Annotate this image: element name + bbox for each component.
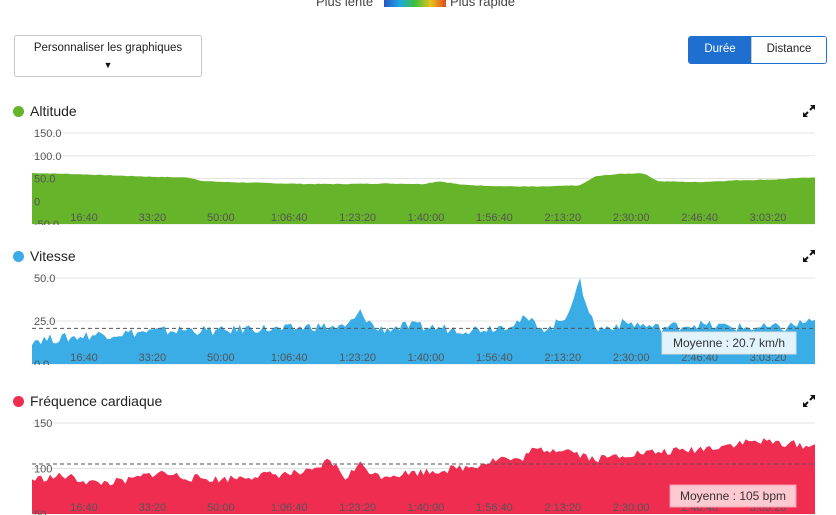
y-tick-label: 50: [34, 509, 46, 515]
x-tick-label: 2:30:00: [613, 212, 650, 224]
x-tick-label: 1:40:00: [408, 502, 445, 514]
heart-rate-dot: [13, 396, 24, 407]
expand-icon[interactable]: [802, 394, 816, 408]
x-tick-label: 2:13:20: [544, 502, 581, 514]
x-tick-label: 1:06:40: [271, 212, 308, 224]
x-tick-label: 1:56:40: [476, 212, 513, 224]
caret-down-icon: ▼: [103, 60, 113, 70]
average-tooltip: Moyenne : 105 bpm: [669, 484, 797, 508]
x-tick-label: 50:00: [207, 212, 235, 224]
x-tick-label: 1:40:00: [408, 212, 445, 224]
toggle-duration[interactable]: Durée: [689, 37, 751, 63]
average-label: Moyenne : 20.7 km/h: [673, 336, 785, 350]
y-tick-label: 0.0: [34, 359, 49, 365]
x-tick-label: 16:40: [70, 352, 98, 364]
y-tick-label: 100: [34, 464, 52, 476]
x-tick-label: 2:13:20: [544, 212, 581, 224]
axis-mode-toggle[interactable]: Durée Distance: [688, 36, 827, 64]
x-tick-label: 50:00: [207, 352, 235, 364]
x-tick-label: 1:56:40: [476, 502, 513, 514]
x-tick-label: 1:06:40: [271, 352, 308, 364]
y-tick-label: 0: [34, 196, 40, 208]
x-tick-label: 2:46:40: [681, 212, 718, 224]
speed-title: Vitesse: [30, 248, 76, 264]
x-tick-label: 1:23:20: [339, 212, 376, 224]
y-tick-label: 25.0: [34, 316, 55, 328]
x-tick-label: 16:40: [70, 212, 98, 224]
altitude-chart: 150.0 100.0 50.0 0 -50.0 16:40 33:20 50:00 1:06:…: [32, 128, 815, 225]
x-tick-label: 1:23:20: [339, 502, 376, 514]
y-tick-label: 50.0: [34, 174, 55, 186]
x-tick-label: 2:30:00: [613, 352, 650, 364]
speed-chart: 50.0 25.0 0.0 16:40 33:20 50:00 1:06:40 1:23:20…: [32, 273, 815, 365]
x-tick-label: 33:20: [139, 212, 167, 224]
x-tick-label: 33:20: [139, 502, 167, 514]
y-tick-label: 150.0: [34, 128, 62, 140]
expand-icon[interactable]: [802, 249, 816, 263]
x-tick-label: 1:06:40: [271, 502, 308, 514]
x-tick-label: 3:03:20: [750, 212, 787, 224]
altitude-title: Altitude: [30, 103, 77, 119]
heart-rate-title: Fréquence cardiaque: [30, 393, 163, 409]
legend-slow-label: Plus lente: [316, 0, 374, 9]
expand-icon[interactable]: [802, 104, 816, 118]
x-tick-label: 2:30:00: [613, 502, 650, 514]
average-label: Moyenne : 105 bpm: [680, 489, 786, 503]
x-tick-label: 2:13:20: [544, 352, 581, 364]
heart-rate-chart: 150 100 50 16:40 33:20 50:00 1:06:40 1:23:20 1:4…: [32, 418, 815, 515]
x-tick-label: 1:56:40: [476, 352, 513, 364]
customize-charts-button[interactable]: Personnaliser les graphiques ▼: [14, 35, 202, 77]
y-tick-label: 100.0: [34, 151, 62, 163]
x-tick-label: 33:20: [139, 352, 167, 364]
y-tick-label: 50.0: [34, 273, 55, 285]
x-tick-label: 1:23:20: [339, 352, 376, 364]
x-tick-label: 50:00: [207, 502, 235, 514]
speed-color-legend: Plus lente Plus rapide: [0, 0, 836, 10]
average-tooltip: Moyenne : 20.7 km/h: [661, 331, 797, 355]
legend-fast-label: Plus rapide: [450, 0, 516, 9]
y-tick-label: 150: [34, 418, 52, 430]
altitude-dot: [13, 106, 24, 117]
customize-charts-label: Personnaliser les graphiques: [33, 42, 183, 54]
x-tick-label: 16:40: [70, 502, 98, 514]
x-tick-label: 1:40:00: [408, 352, 445, 364]
speed-gradient-bar: [384, 0, 446, 7]
y-tick-label: -50.0: [34, 219, 59, 225]
toggle-distance[interactable]: Distance: [751, 37, 826, 63]
speed-dot: [13, 251, 24, 262]
